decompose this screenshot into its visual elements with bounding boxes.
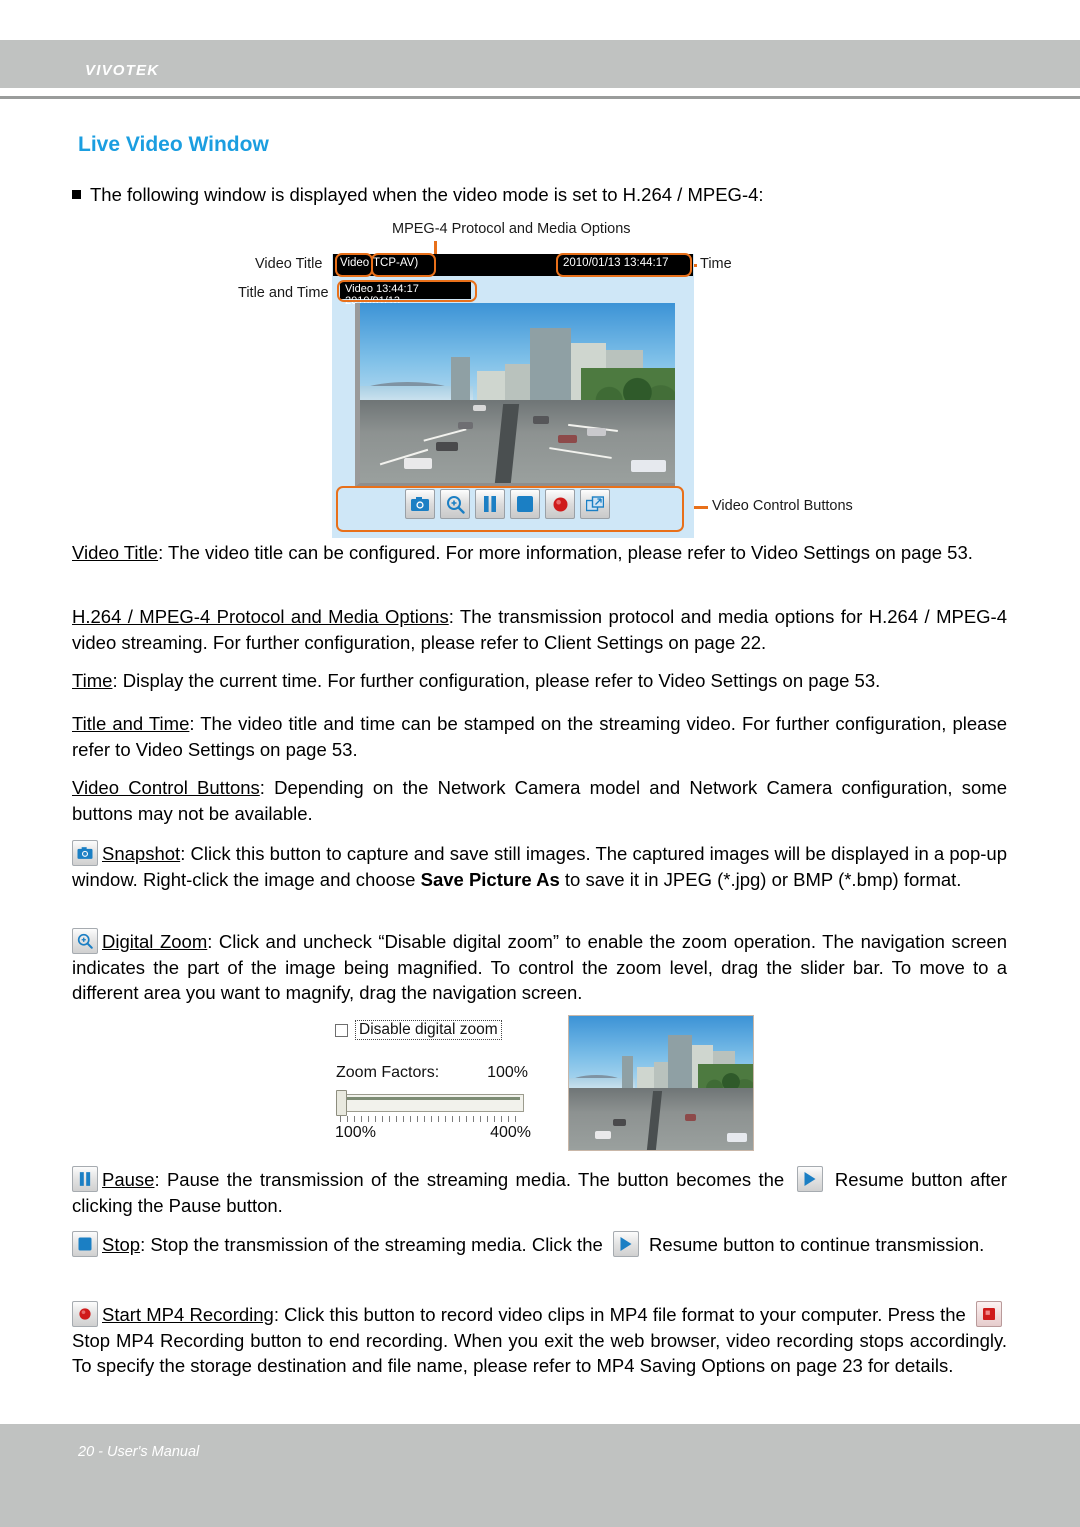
disable-digital-zoom-checkbox[interactable] [335,1023,348,1037]
scene-vehicle [457,421,474,429]
body-stop-2: Resume button to continue transmission. [643,1234,985,1255]
term-time: Time [72,670,113,691]
paragraph-pause: Pause: Pause the transmission of the str… [72,1166,1007,1218]
callout-protocol-label: MPEG-4 Protocol and Media Options [392,221,631,237]
paragraph-stop: Stop: Stop the transmission of the strea… [72,1231,1007,1258]
nav-scene-vehicle [613,1119,627,1126]
paragraph-video-title: Video Title: The video title can be conf… [72,540,1007,566]
live-video-window-diagram: MPEG-4 Protocol and Media Options Video … [0,215,1080,538]
nav-scene-vehicle [684,1114,696,1121]
body-digital-zoom: : Click and uncheck “Disable digital zoo… [72,931,1008,1003]
zoom-slider-tick-labels: 100% 400% [335,1124,531,1142]
body-snapshot-bold: Save Picture As [420,868,560,890]
scene-vehicle [586,427,606,437]
paragraph-protocol: H.264 / MPEG-4 Protocol and Media Option… [72,604,1007,655]
callout-time-label: Time [700,256,732,272]
body-time: : Display the current time. For further … [112,670,881,691]
digital-zoom-icon[interactable] [440,489,470,519]
zoom-slider-fill [340,1097,520,1100]
zoom-slider-ticks [340,1116,520,1122]
record-icon[interactable] [545,489,575,519]
resume-icon[interactable] [796,1166,823,1192]
fullscreen-icon[interactable] [580,489,610,519]
snapshot-icon[interactable] [405,489,435,519]
body-stop-1: : Stop the transmission of the streaming… [140,1234,608,1255]
scene-vehicle [630,459,666,473]
stop-icon[interactable] [510,489,540,519]
page-footer-bar [0,1424,1080,1527]
resume-icon[interactable] [612,1231,639,1257]
term-pause: Pause [102,1169,155,1190]
scene-vehicle [558,435,578,444]
callout-control-buttons-label: Video Control Buttons [712,498,853,514]
footer-page-label: 20 - User's Manual [78,1444,200,1460]
highlight-title-and-time [337,280,477,302]
bullet-marker [72,190,81,199]
body-title-and-time: : The video title and time can be stampe… [72,713,1008,760]
paragraph-time: Time: Display the current time. For furt… [72,668,1007,694]
term-control-buttons: Video Control Buttons [72,777,260,798]
page-title: Live Video Window [78,133,269,156]
header-divider [0,96,1080,99]
zoom-factors-value: 100% [487,1064,528,1081]
zoom-slider-max-label: 400% [490,1124,531,1141]
stop-icon[interactable] [72,1231,98,1257]
scene-vehicle [404,457,433,469]
nav-scene-building [668,1034,693,1094]
scene-vehicle [533,416,549,424]
term-protocol: H.264 / MPEG-4 Protocol and Media Option… [72,606,449,627]
digital-zoom-icon[interactable] [72,928,98,954]
navigation-screen-thumbnail[interactable] [568,1015,754,1151]
zoom-slider-min-label: 100% [335,1124,376,1141]
nav-scene-vehicle [594,1131,612,1140]
highlight-video-title [335,253,373,277]
body-snapshot-2: to save it in JPEG (*.jpg) or BMP (*.bmp… [559,868,962,890]
video-control-buttons-group[interactable] [405,488,611,520]
stop-recording-icon[interactable] [976,1301,1002,1327]
paragraph-digital-zoom: Digital Zoom: Click and uncheck “Disable… [72,928,1007,1006]
scene-vehicle [435,441,458,451]
body-pause-1: : Pause the transmission of the streamin… [154,1169,792,1190]
disable-digital-zoom-row[interactable]: Disable digital zoom [335,1020,502,1040]
live-video-image [355,303,675,487]
zoom-factors-label: Zoom Factors: [336,1064,440,1081]
record-icon[interactable] [72,1301,98,1327]
callout-video-title-label: Video Title [255,256,323,272]
scene-vehicle [473,404,486,411]
term-stop: Stop [102,1234,141,1255]
intro-bullet-line: The following window is displayed when t… [72,182,1002,208]
term-snapshot: Snapshot [102,843,181,864]
term-record: Start MP4 Recording [102,1304,274,1325]
zoom-slider-thumb[interactable] [336,1090,347,1116]
pause-icon[interactable] [72,1166,98,1192]
nav-scene-vehicle [727,1132,748,1142]
vivotek-logo: VIVOTEK [85,62,160,79]
disable-digital-zoom-label: Disable digital zoom [355,1020,502,1040]
zoom-factors-row: Zoom Factors: 100% [336,1064,528,1082]
highlight-time [556,253,692,277]
body-record-2: Stop MP4 Recording button to end recordi… [72,1329,1007,1377]
term-video-title: Video Title [72,542,159,563]
digital-zoom-dialog: Disable digital zoom Zoom Factors: 100% … [330,1012,760,1157]
pause-icon[interactable] [475,489,505,519]
page-header-bar [0,40,1080,88]
paragraph-title-and-time: Title and Time: The video title and time… [72,711,1007,762]
term-digital-zoom: Digital Zoom [102,931,208,952]
body-video-title: : The video title can be configured. For… [158,542,973,563]
paragraph-control-buttons: Video Control Buttons: Depending on the … [72,775,1007,826]
intro-text: The following window is displayed when t… [90,184,764,205]
callout-title-and-time-label: Title and Time [238,285,329,301]
paragraph-snapshot: Snapshot: Click this button to capture a… [72,840,1007,892]
snapshot-icon[interactable] [72,840,98,866]
highlight-protocol [371,253,436,277]
paragraph-record: Start MP4 Recording: Click this button t… [72,1301,1007,1379]
scene-building [530,328,572,408]
term-title-and-time: Title and Time [72,713,190,734]
body-record-1: : Click this button to record video clip… [273,1304,971,1325]
